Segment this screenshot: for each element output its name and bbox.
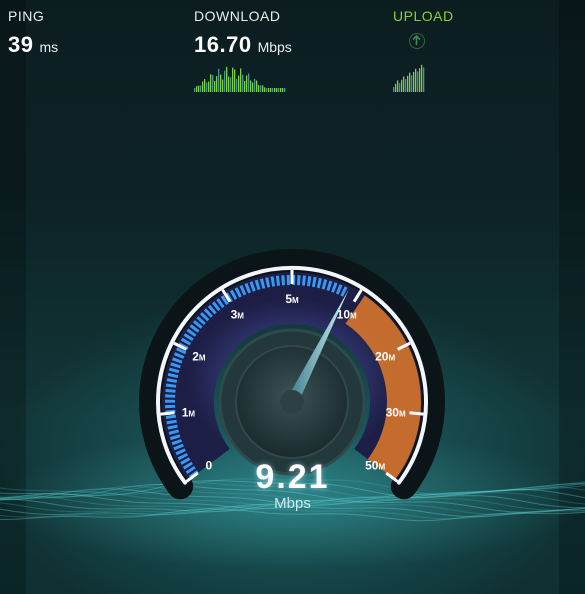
gauge-tick-major <box>160 411 175 416</box>
current-speed-unit: Mbps <box>274 495 311 512</box>
speedtest-screen: PING 39 ms DOWNLOAD 16.70 Mbps UPLOAD 0 … <box>0 0 585 594</box>
gauge-tick-major <box>409 411 424 416</box>
needle-cap <box>280 390 304 414</box>
current-speed-value: 9.21 <box>255 458 330 496</box>
